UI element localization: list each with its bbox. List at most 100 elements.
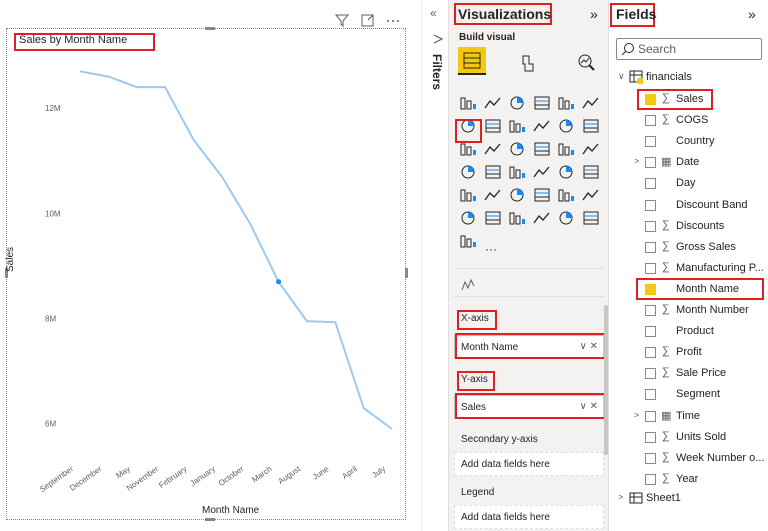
visual-type-icon[interactable] — [582, 210, 600, 226]
visual-type-icon[interactable] — [533, 187, 551, 203]
visual-type-icon[interactable] — [557, 210, 575, 226]
chevron-down-icon[interactable]: ∨ — [618, 71, 625, 82]
expand-right-icon[interactable]: » — [590, 6, 598, 22]
visual-type-icon[interactable] — [508, 187, 526, 203]
collapse-left-icon[interactable]: « — [430, 6, 437, 20]
chevron-right-icon[interactable]: > — [634, 410, 639, 420]
visual-type-icon[interactable] — [532, 118, 551, 134]
visual-type-icon[interactable] — [532, 164, 551, 180]
field-checkbox[interactable] — [645, 326, 656, 338]
field-label: Gross Sales — [676, 240, 736, 253]
visual-type-icon[interactable] — [557, 118, 575, 134]
field-item[interactable]: Segment — [610, 385, 768, 405]
filters-label[interactable]: Filters — [430, 54, 444, 90]
field-item[interactable]: ∑ Manufacturing P... — [610, 259, 768, 279]
sigma-icon: ∑ — [662, 471, 670, 484]
chevron-right-icon[interactable]: > — [634, 156, 639, 166]
field-item[interactable]: ∑ Units Sold — [610, 428, 768, 448]
fields-title: Fields — [616, 6, 657, 22]
visual-type-icon[interactable] — [508, 210, 526, 226]
field-item[interactable]: Country — [610, 132, 768, 152]
more-visuals-icon[interactable]: ··· — [485, 242, 497, 256]
visual-type-icon[interactable] — [459, 210, 477, 226]
field-item[interactable]: ∑ Discounts — [610, 217, 768, 237]
visual-type-icon[interactable] — [483, 141, 502, 157]
visual-type-icon[interactable] — [532, 210, 551, 226]
field-checkbox[interactable] — [645, 347, 656, 359]
visual-type-icon[interactable] — [557, 187, 575, 203]
field-item[interactable]: ∑ Month Number — [610, 301, 768, 321]
field-checkbox[interactable] — [645, 410, 656, 422]
visual-type-icon[interactable] — [581, 95, 600, 111]
field-checkbox[interactable] — [645, 431, 656, 443]
field-item[interactable]: ∑ Gross Sales — [610, 238, 768, 258]
visual-type-icon[interactable] — [484, 164, 502, 180]
visual-type-icon[interactable] — [483, 187, 502, 203]
field-item[interactable]: > ▦ Date — [610, 153, 768, 173]
table-name: Sheet1 — [646, 492, 681, 504]
x-tick-label: January — [188, 464, 216, 488]
table-icon — [629, 492, 643, 507]
visual-type-icon[interactable] — [533, 141, 551, 157]
field-item[interactable]: Product — [610, 322, 768, 342]
field-item[interactable]: ∑ Year — [610, 470, 768, 490]
x-tick-label: August — [276, 464, 302, 486]
field-label: Country — [676, 135, 715, 148]
visual-type-icon[interactable] — [459, 233, 477, 249]
field-checkbox[interactable] — [645, 115, 656, 127]
y-tick-label: 8M — [45, 315, 56, 324]
visual-type-icon[interactable] — [557, 141, 575, 157]
table-financials[interactable]: ∨ financials — [610, 68, 768, 88]
visual-type-icon[interactable] — [533, 95, 551, 111]
format-visual-tab[interactable] — [518, 52, 540, 79]
chevron-right-icon[interactable]: > — [618, 492, 623, 502]
field-item[interactable]: ∑ Profit — [610, 343, 768, 363]
field-item[interactable]: Discount Band — [610, 196, 768, 216]
visualizations-scrollbar[interactable] — [604, 305, 608, 455]
field-checkbox[interactable] — [645, 178, 656, 190]
visual-type-icon[interactable] — [581, 187, 600, 203]
field-item[interactable]: > ▦ Time — [610, 407, 768, 427]
field-checkbox[interactable] — [645, 262, 656, 274]
visual-type-icon[interactable] — [557, 95, 575, 111]
visual-type-icon[interactable] — [484, 210, 502, 226]
secondary-y-axis-well[interactable]: Add data fields here — [454, 452, 604, 476]
legend-well[interactable]: Add data fields here — [454, 505, 604, 529]
visual-type-icon[interactable] — [459, 95, 477, 111]
field-checkbox[interactable] — [645, 220, 656, 232]
visual-type-icon[interactable] — [582, 118, 600, 134]
table-name: financials — [646, 71, 692, 83]
visual-type-icon[interactable] — [581, 141, 600, 157]
expand-fields-icon[interactable]: » — [748, 6, 756, 22]
field-checkbox[interactable] — [645, 241, 656, 253]
visual-type-icon[interactable] — [508, 164, 526, 180]
visual-type-icon[interactable] — [508, 95, 526, 111]
field-checkbox[interactable] — [645, 389, 656, 401]
field-checkbox[interactable] — [645, 199, 656, 211]
visual-type-icon[interactable] — [508, 141, 526, 157]
analytics-tab[interactable] — [576, 52, 598, 79]
visual-type-icon[interactable] — [459, 164, 477, 180]
field-label: Segment — [676, 388, 721, 401]
field-item[interactable]: ∑ Sale Price — [610, 364, 768, 384]
visual-type-icon[interactable] — [459, 141, 477, 157]
data-point-marker[interactable] — [276, 279, 282, 285]
visual-type-icon[interactable] — [582, 164, 600, 180]
field-wells-icon[interactable] — [460, 278, 476, 297]
field-checkbox[interactable] — [645, 452, 656, 464]
visual-type-icon[interactable] — [484, 118, 502, 134]
table-sheet1[interactable]: > Sheet1 — [610, 489, 768, 509]
field-checkbox[interactable] — [645, 136, 656, 148]
build-visual-tab[interactable] — [458, 47, 486, 75]
visual-type-icon[interactable] — [508, 118, 526, 134]
field-item[interactable]: ∑ Week Number o... — [610, 449, 768, 469]
visual-type-icon[interactable] — [483, 95, 502, 111]
field-checkbox[interactable] — [645, 473, 656, 485]
field-item[interactable]: Day — [610, 174, 768, 194]
field-item[interactable]: ∑ COGS — [610, 111, 768, 131]
field-checkbox[interactable] — [645, 368, 656, 380]
field-checkbox[interactable] — [645, 157, 656, 169]
visual-type-icon[interactable] — [557, 164, 575, 180]
visual-type-icon[interactable] — [459, 187, 477, 203]
field-checkbox[interactable] — [645, 305, 656, 316]
